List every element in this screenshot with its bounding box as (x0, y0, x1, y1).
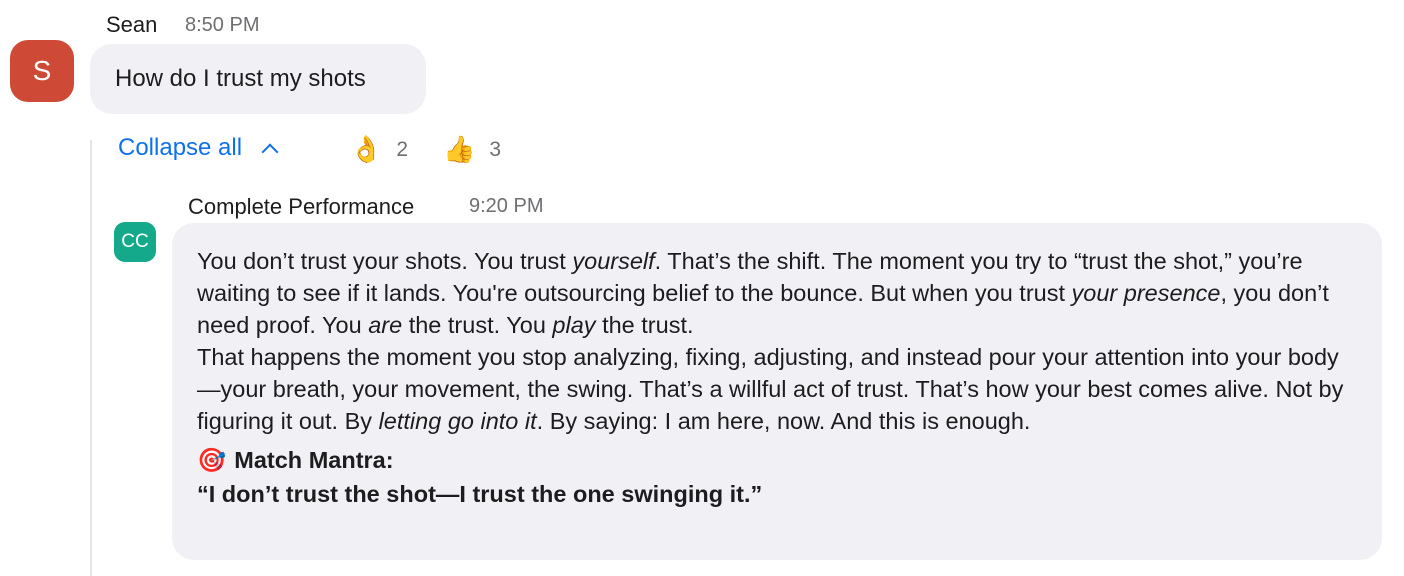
sender-name-complete-performance[interactable]: Complete Performance (188, 194, 414, 220)
thread-line (90, 140, 92, 576)
avatar-sean[interactable]: S (10, 40, 74, 102)
mantra-title: Match Mantra: (234, 447, 394, 473)
message-timestamp: 8:50 PM (185, 14, 260, 36)
mantra-quote: “I don’t trust the shot—I trust the one … (197, 481, 763, 507)
sender-name-sean[interactable]: Sean (106, 12, 157, 38)
reply-paragraph-2: That happens the moment you stop analyzi… (197, 344, 1344, 434)
reaction-count: 3 (489, 137, 502, 161)
target-icon: 🎯 (197, 447, 227, 473)
message-bubble-sean[interactable]: How do I trust my shots (90, 44, 426, 114)
message-timestamp: 9:20 PM (469, 195, 544, 217)
message-bubble-reply[interactable]: You don’t trust your shots. You trust yo… (172, 223, 1382, 560)
thumbs-up-icon: 👍 (443, 134, 476, 164)
reaction-thumbs-up[interactable]: 👍 3 (443, 134, 501, 165)
collapse-all-button[interactable]: Collapse all (118, 134, 279, 162)
collapse-all-label: Collapse all (118, 134, 243, 161)
avatar-complete-performance[interactable]: CC (114, 222, 156, 262)
ok-hand-icon: 👌 (350, 134, 383, 164)
reply-paragraph-1: You don’t trust your shots. You trust yo… (197, 248, 1329, 338)
message-text: How do I trust my shots (115, 65, 366, 92)
match-mantra: 🎯 Match Mantra: “I don’t trust the shot—… (197, 443, 1358, 511)
reaction-count: 2 (396, 137, 409, 161)
reaction-ok-hand[interactable]: 👌 2 (350, 134, 408, 165)
chevron-up-icon (261, 143, 279, 160)
